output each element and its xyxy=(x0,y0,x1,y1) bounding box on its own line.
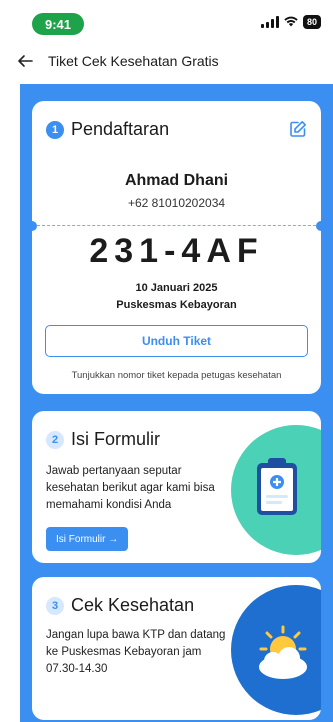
ticket-notch-right xyxy=(316,221,321,231)
form-description: Jawab pertanyaan seputar kesehatan berik… xyxy=(46,465,215,511)
edit-icon[interactable] xyxy=(289,120,307,138)
page-title: Tiket Cek Kesehatan Gratis xyxy=(48,53,219,69)
status-bar: 9:41 80 xyxy=(0,0,333,40)
form-card: 2 Isi Formulir Jawab pertanyaan seputar … xyxy=(32,411,321,563)
checkup-description: Jangan lupa bawa KTP dan datang ke Puske… xyxy=(46,629,226,675)
registration-step-header: 1 Pendaftaran xyxy=(46,119,169,140)
ticket-location: Puskesmas Kebayoran xyxy=(116,299,237,311)
checkup-title: Cek Kesehatan xyxy=(71,595,195,615)
status-icons: 80 xyxy=(260,15,321,29)
signal-icon xyxy=(260,16,279,28)
ticket-date: 10 Januari 2025 xyxy=(135,282,218,294)
registration-card: 1 Pendaftaran Ahmad Dhani +62 8101020203… xyxy=(32,101,321,394)
steps-container: 1 Pendaftaran Ahmad Dhani +62 8101020203… xyxy=(20,84,333,722)
form-step-header: 2 Isi Formulir xyxy=(46,429,160,450)
phone-screen: 9:41 80 Tiket Cek Kesehatan Gratis 1 Pen… xyxy=(0,0,333,722)
clipboard-icon xyxy=(257,458,297,515)
ticket-divider xyxy=(32,225,321,226)
fill-form-button[interactable]: Isi Formulir → xyxy=(46,527,129,551)
ticket-hint: Tunjukkan nomor tiket kepada petugas kes… xyxy=(71,370,282,381)
download-ticket-button[interactable]: Unduh Tiket xyxy=(45,325,308,357)
back-arrow-icon[interactable] xyxy=(16,52,34,70)
battery-icon: 80 xyxy=(302,15,321,29)
checkup-card: 3 Cek Kesehatan Jangan lupa bawa KTP dan… xyxy=(32,577,321,720)
step-number-1: 1 xyxy=(46,120,64,139)
form-decoration xyxy=(231,425,321,555)
registration-title: Pendaftaran xyxy=(71,119,170,139)
form-title: Isi Formulir xyxy=(71,429,160,449)
ticket-notch-left xyxy=(32,221,37,231)
app-header: Tiket Cek Kesehatan Gratis xyxy=(0,40,333,82)
patient-phone: +62 81010202034 xyxy=(127,196,226,210)
sun-cloud-icon xyxy=(259,625,307,679)
wifi-icon xyxy=(284,16,298,29)
step-number-2: 2 xyxy=(46,430,64,449)
checkup-decoration xyxy=(231,585,321,715)
step-number-3: 3 xyxy=(46,596,64,615)
ticket-code: 231-4AF xyxy=(89,232,264,270)
status-time: 9:41 xyxy=(32,13,84,35)
patient-name: Ahmad Dhani xyxy=(124,172,229,189)
checkup-step-header: 3 Cek Kesehatan xyxy=(46,595,194,616)
